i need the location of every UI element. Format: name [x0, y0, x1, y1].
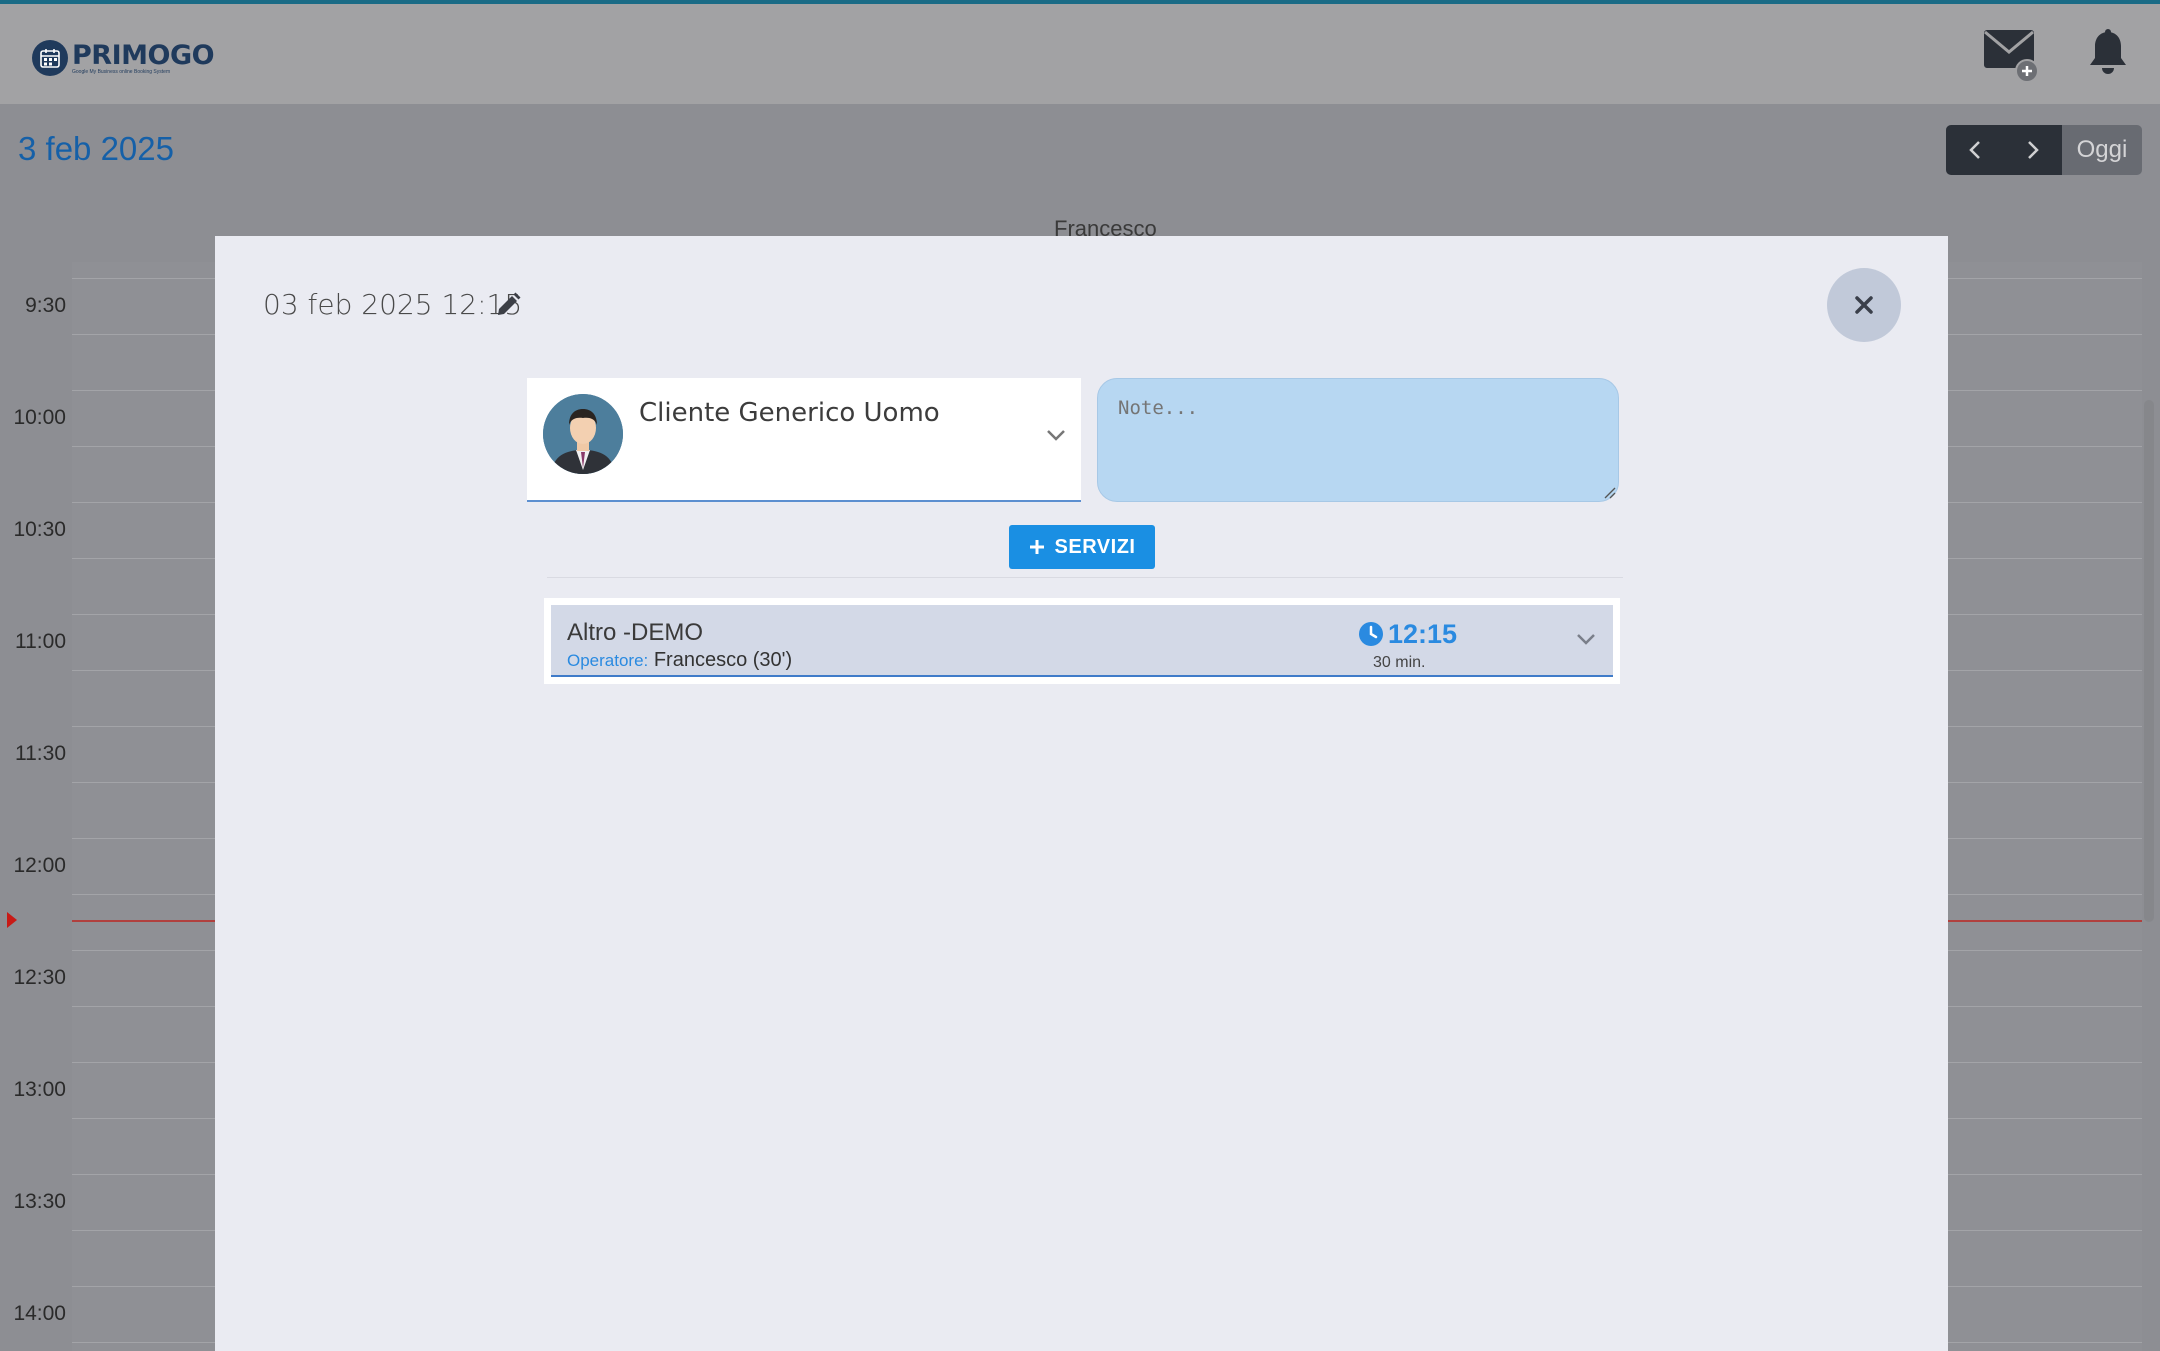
time-label: 14:00	[13, 1302, 66, 1325]
service-item[interactable]: Altro -DEMO Operatore: Francesco (30') 1…	[544, 598, 1620, 684]
add-services-button[interactable]: SERVIZI	[1009, 525, 1155, 569]
operator-value: Francesco (30')	[653, 649, 793, 671]
time-label: 12:30	[13, 966, 66, 989]
client-select[interactable]: Cliente Generico Uomo	[527, 378, 1081, 502]
time-label: 10:00	[13, 406, 66, 429]
pencil-icon[interactable]	[495, 292, 521, 318]
close-icon	[1855, 296, 1873, 314]
chevron-left-icon	[1969, 141, 1980, 159]
service-duration: 30 min.	[1373, 654, 1426, 671]
appointment-modal: 03 feb 2025 12:15 Cliente Generico Uomo	[215, 236, 1948, 1351]
plus-icon	[1029, 540, 1044, 554]
next-day-button[interactable]	[2004, 125, 2062, 175]
add-services-label: SERVIZI	[1054, 535, 1136, 558]
chevron-down-icon[interactable]	[1045, 428, 1067, 442]
time-label: 11:00	[15, 630, 66, 653]
service-operator: Operatore: Francesco (30')	[567, 649, 792, 672]
time-label: 10:30	[13, 518, 66, 541]
service-name: Altro -DEMO	[567, 619, 704, 646]
logo-calendar-icon	[32, 40, 68, 76]
calendar-date-title: 3 feb 2025	[18, 130, 174, 167]
logo-text: PRIMOGO	[72, 39, 215, 71]
resize-grip-icon[interactable]	[1604, 487, 1616, 499]
service-time: 12:15	[1388, 619, 1458, 649]
chevron-down-icon[interactable]	[1576, 633, 1596, 645]
mail-plus-icon[interactable]	[1980, 26, 2040, 84]
time-label: 9:30	[25, 294, 66, 317]
appointment-datetime: 03 feb 2025 12:15	[263, 288, 523, 321]
operator-label: Operatore:	[567, 651, 649, 670]
current-time-marker	[7, 912, 17, 928]
calendar-scrollbar[interactable]	[2144, 400, 2154, 922]
notes-textarea[interactable]	[1097, 378, 1619, 502]
time-label: 13:30	[13, 1190, 66, 1213]
time-label: 13:00	[13, 1078, 66, 1101]
app-header: PRIMOGO Google My Business online Bookin…	[0, 4, 2160, 104]
time-label: 12:00	[13, 854, 66, 877]
client-name: Cliente Generico Uomo	[639, 398, 940, 428]
today-button[interactable]: Oggi	[2062, 125, 2142, 175]
divider	[547, 577, 1623, 578]
close-button[interactable]	[1827, 268, 1901, 342]
chevron-right-icon	[2028, 141, 2039, 159]
bell-icon[interactable]	[2086, 28, 2130, 76]
calendar-nav: Oggi	[1946, 125, 2142, 175]
client-avatar	[543, 394, 623, 474]
prev-day-button[interactable]	[1946, 125, 2004, 175]
logo[interactable]: PRIMOGO Google My Business online Bookin…	[32, 39, 215, 76]
clock-icon	[1359, 622, 1383, 646]
time-label: 11:30	[15, 742, 66, 765]
